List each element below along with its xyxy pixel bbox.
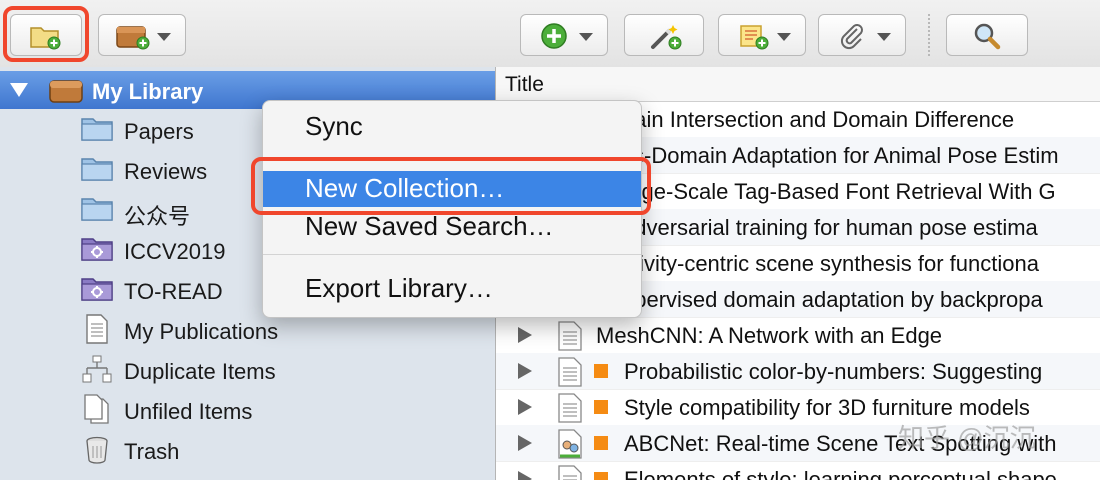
color-tag — [594, 436, 608, 450]
sidebar-item-label: My Publications — [124, 319, 279, 344]
menu-item-new-saved-search[interactable]: New Saved Search… — [263, 209, 641, 245]
item-title: arge-Scale Tag-Based Font Retrieval With… — [622, 179, 1056, 204]
chevron-down-icon — [579, 33, 593, 41]
menu-item-export-library[interactable]: Export Library… — [263, 271, 641, 307]
table-row[interactable]: Elements of style: learning perceptual s… — [496, 461, 1100, 480]
item-title: Elements of style: learning perceptual s… — [624, 467, 1057, 480]
menu-item-label: New Saved Search… — [305, 211, 554, 241]
box-plus-icon — [116, 26, 150, 50]
note-plus-icon — [740, 25, 769, 50]
item-title: nain Intersection and Domain Difference — [622, 107, 1015, 132]
watermark: 知乎 @沉沉 — [898, 423, 1036, 453]
menu-item-label: Export Library… — [305, 273, 493, 303]
color-tag — [594, 400, 608, 414]
item-title: upervised domain adaptation by backpropa — [622, 287, 1043, 312]
sidebar-item-label: TO-READ — [124, 279, 223, 304]
search-button[interactable] — [946, 14, 1028, 56]
menu-item-sync[interactable]: Sync — [263, 109, 641, 145]
toolbar — [0, 0, 1100, 68]
new-item-button[interactable] — [520, 14, 608, 56]
document-icon — [558, 321, 582, 351]
title-column-header[interactable]: Title — [496, 67, 1100, 102]
add-by-identifier-button[interactable] — [624, 14, 704, 56]
title-column-label: Title — [505, 73, 544, 96]
chevron-down-icon — [777, 33, 791, 41]
color-tag — [594, 472, 608, 480]
expand-triangle-icon[interactable] — [518, 327, 532, 343]
item-title: ctivity-centric scene synthesis for func… — [622, 251, 1039, 276]
library-context-menu: Sync New Collection… New Saved Search… E… — [262, 100, 642, 318]
table-row[interactable]: MeshCNN: A Network with an Edge — [496, 317, 1100, 354]
paperclip-icon — [840, 24, 863, 50]
zotero-window: My Library Papers Reviews 公众号 ICCV2019 TO-RE… — [0, 0, 1100, 480]
expand-triangle-icon[interactable] — [518, 435, 532, 451]
item-title: MeshCNN: A Network with an Edge — [596, 323, 943, 348]
sidebar-item-label: Reviews — [124, 159, 208, 184]
menu-item-new-collection[interactable]: New Collection… — [263, 171, 641, 207]
sidebar-item-label: 公众号 — [124, 204, 191, 229]
magic-wand-icon — [651, 25, 682, 50]
new-note-button[interactable] — [718, 14, 806, 56]
sidebar-item-label: Papers — [124, 119, 194, 144]
menu-separator — [263, 254, 641, 255]
toolbar-separator — [928, 14, 930, 56]
expand-triangle-icon[interactable] — [518, 363, 532, 379]
menu-item-label: New Collection… — [305, 173, 505, 203]
figure-doc-icon — [558, 429, 582, 459]
sidebar-item[interactable]: Duplicate Items — [80, 351, 480, 391]
color-tag — [594, 364, 608, 378]
folder-plus-icon — [30, 27, 61, 50]
document-icon — [558, 465, 582, 480]
green-plus-icon — [541, 23, 567, 49]
sidebar-item-label: Unfiled Items — [124, 399, 253, 424]
document-icon — [558, 357, 582, 387]
library-box-icon — [49, 80, 83, 103]
item-title: ss-Domain Adaptation for Animal Pose Est… — [622, 143, 1059, 168]
expand-triangle-icon[interactable] — [518, 399, 532, 415]
add-attachment-button[interactable] — [818, 14, 906, 56]
document-icon — [558, 393, 582, 423]
magnifier-icon — [974, 23, 1001, 50]
expand-triangle-icon[interactable] — [518, 471, 532, 480]
sidebar-item-label: Duplicate Items — [124, 359, 276, 384]
new-collection-button[interactable] — [10, 14, 82, 56]
sidebar-item-label: Trash — [124, 439, 180, 464]
disclosure-triangle-icon[interactable] — [10, 83, 28, 97]
table-row[interactable]: Probabilistic color-by-numbers: Suggesti… — [496, 353, 1100, 390]
item-title: Probabilistic color-by-numbers: Suggesti… — [624, 359, 1043, 384]
sidebar-item-label: ICCV2019 — [124, 239, 226, 264]
chevron-down-icon — [157, 33, 171, 41]
item-title: adversarial training for human pose esti… — [622, 215, 1038, 240]
sidebar-item[interactable]: Trash — [80, 431, 480, 471]
menu-item-label: Sync — [305, 111, 363, 141]
chevron-down-icon — [877, 33, 891, 41]
new-library-button[interactable] — [98, 14, 186, 56]
my-library-label: My Library — [92, 79, 204, 104]
sidebar-item[interactable]: Unfiled Items — [80, 391, 480, 431]
